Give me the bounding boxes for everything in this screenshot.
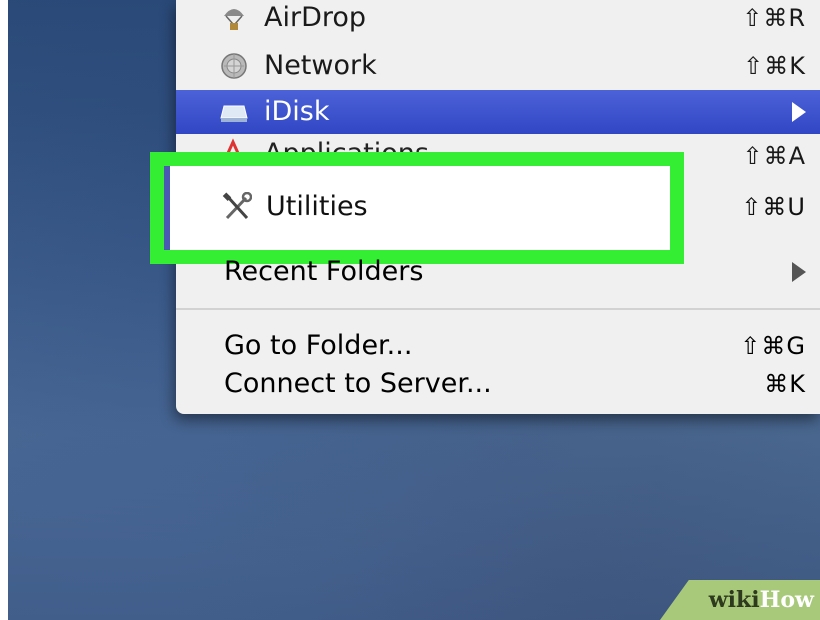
selection-edge-stripe bbox=[164, 166, 170, 250]
menu-separator bbox=[176, 308, 820, 310]
keyboard-shortcut: ⌘K bbox=[764, 370, 806, 398]
keyboard-shortcut: ⇧⌘K bbox=[743, 52, 806, 80]
submenu-arrow-icon bbox=[792, 102, 806, 122]
idisk-icon bbox=[220, 98, 248, 126]
watermark-how-text: How bbox=[759, 587, 814, 613]
menu-item-label: Recent Folders bbox=[224, 256, 424, 287]
menu-item-label: Utilities bbox=[266, 191, 368, 222]
menu-item-airdrop[interactable]: AirDrop ⇧⌘R bbox=[176, 0, 820, 40]
menu-item-label: Network bbox=[264, 50, 377, 81]
airdrop-icon bbox=[220, 4, 248, 32]
network-globe-icon bbox=[220, 52, 248, 80]
keyboard-shortcut: ⇧⌘R bbox=[742, 4, 806, 32]
menu-item-recent-folders[interactable]: Recent Folders bbox=[176, 250, 820, 294]
keyboard-shortcut: ⇧⌘U bbox=[741, 193, 806, 221]
submenu-arrow-icon bbox=[792, 262, 806, 282]
menu-item-applications[interactable]: Applications bbox=[176, 132, 676, 154]
menu-item-utilities[interactable]: Utilities ⇧⌘U bbox=[176, 182, 820, 232]
menu-item-idisk[interactable]: iDisk bbox=[176, 90, 820, 134]
keyboard-shortcut: ⇧⌘A bbox=[742, 142, 806, 170]
utilities-tools-icon bbox=[222, 191, 253, 222]
menu-item-label: AirDrop bbox=[264, 2, 367, 33]
menu-item-network[interactable]: Network ⇧⌘K bbox=[176, 44, 820, 88]
menu-item-label: iDisk bbox=[264, 96, 330, 127]
menu-item-label: Connect to Server... bbox=[224, 368, 492, 399]
menu-item-connect-to-server[interactable]: Connect to Server... ⌘K bbox=[176, 362, 820, 406]
watermark-wiki-text: wiki bbox=[708, 587, 760, 613]
